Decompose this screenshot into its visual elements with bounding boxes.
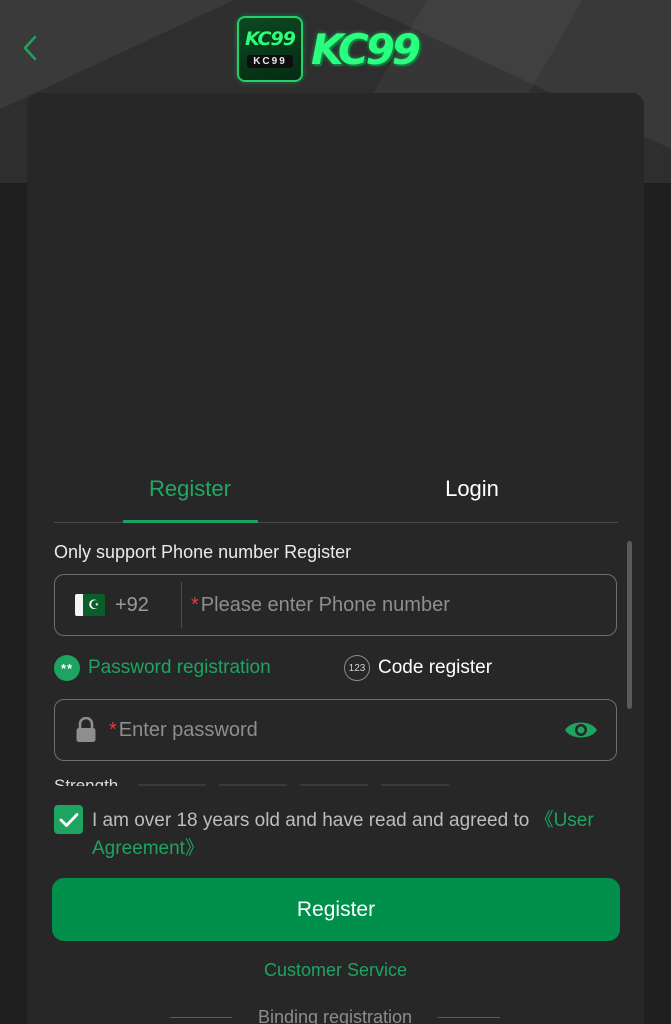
binding-registration-divider: Binding registration <box>170 1005 500 1024</box>
code-register-option[interactable]: 123 Code register <box>344 653 492 683</box>
support-note: Only support Phone number Register <box>54 542 352 562</box>
password-field[interactable]: * Enter password <box>54 699 617 761</box>
required-mark: * <box>191 593 199 616</box>
required-mark: * <box>109 718 117 741</box>
agreement-checkbox[interactable] <box>54 805 83 834</box>
tab-login[interactable]: Login <box>326 455 618 522</box>
field-divider <box>181 582 182 628</box>
strength-bar-4 <box>381 784 449 786</box>
password-registration-option[interactable]: ** Password registration <box>54 653 271 683</box>
registration-method-selector: ** Password registration 123 Code regist… <box>54 653 617 683</box>
password-method-icon: ** <box>54 655 80 681</box>
auth-tabs: Register Login <box>54 455 618 523</box>
agreement-text: I am over 18 years old and have read and… <box>92 807 612 863</box>
code-method-icon: 123 <box>344 655 370 681</box>
logo-wordmark: KC99 <box>311 24 421 74</box>
strength-bar-1 <box>138 784 206 786</box>
password-strength: Strength <box>54 776 454 786</box>
register-button[interactable]: Register <box>52 878 620 941</box>
binding-registration-label: Binding registration <box>257 1006 413 1024</box>
password-registration-label: Password registration <box>88 657 271 678</box>
strength-bar-3 <box>300 784 368 786</box>
divider-line-left <box>170 1016 232 1018</box>
phone-field[interactable]: ☪ +92 * Please enter Phone number <box>54 574 617 636</box>
brand-logo: KC99 KC99 KC99 <box>237 15 437 83</box>
strength-bar-2 <box>219 784 287 786</box>
password-input[interactable]: Enter password <box>119 719 258 742</box>
agreement-statement: I am over 18 years old and have read and… <box>92 810 535 831</box>
dial-code[interactable]: +92 <box>115 594 161 617</box>
divider-line-right <box>438 1016 500 1018</box>
chevron-left-icon <box>23 35 37 61</box>
checkmark-icon <box>59 812 78 827</box>
customer-service-link[interactable]: Customer Service <box>0 960 671 981</box>
phone-input[interactable]: Please enter Phone number <box>201 594 450 617</box>
pakistan-flag-icon[interactable]: ☪ <box>75 594 105 616</box>
scrollbar[interactable] <box>627 541 632 709</box>
lock-icon <box>73 716 99 744</box>
tab-register[interactable]: Register <box>54 455 326 523</box>
logo-badge-text: KC99 <box>245 28 296 50</box>
strength-label: Strength <box>54 776 119 786</box>
code-register-label: Code register <box>378 657 493 678</box>
back-button[interactable] <box>14 30 46 66</box>
logo-badge-subtext: KC99 <box>247 55 293 68</box>
eye-icon[interactable] <box>564 715 598 745</box>
logo-badge: KC99 KC99 <box>237 16 303 82</box>
